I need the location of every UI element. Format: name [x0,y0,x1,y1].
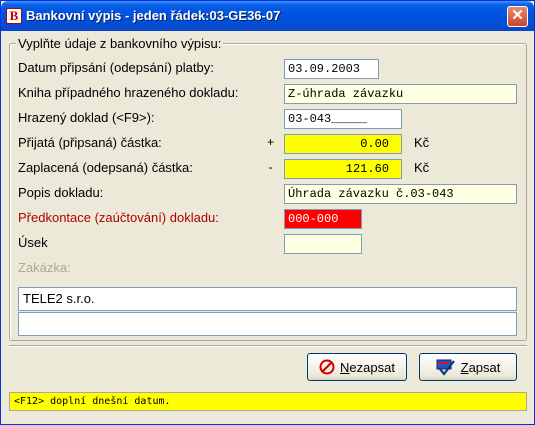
posting-template-input[interactable]: 000-000 [284,209,362,229]
document-book-input[interactable]: Z-úhrada závazku [284,84,517,104]
window-title: Bankovní výpis - jeden řádek:03-GE36-07 [26,8,281,23]
section-label: Úsek [18,235,48,250]
paid-amount-label: Zaplacená (odepsaná) částka: [18,160,193,175]
partner-extra-field[interactable] [18,312,517,336]
received-currency: Kč [414,135,430,150]
groupbox-legend: Vyplňte údaje z bankovního výpisu: [16,36,224,51]
payment-date-label: Datum připsání (odepsání) platby: [18,60,214,75]
received-amount-input[interactable]: 0.00 [284,134,402,154]
payment-date-input[interactable]: 03.09.2003 [284,59,379,79]
received-amount-label: Přijatá (připsaná) částka: [18,135,162,150]
close-button[interactable]: ✕ [507,6,528,27]
paid-document-label: Hrazený doklad (<F9>): [18,110,155,125]
save-button[interactable]: Zapsat [419,353,517,381]
cancel-button[interactable]: Nezapsat [307,353,407,381]
bank-statement-dialog: B Bankovní výpis - jeden řádek:03-GE36-0… [0,0,535,425]
document-description-input[interactable]: Úhrada závazku č.03-043 [284,184,517,204]
app-icon: B [6,8,22,24]
no-entry-icon [319,359,335,375]
posting-template-label: Předkontace (zaúčtování) dokladu: [18,210,219,225]
status-hint-bar: <F12> doplní dnešní datum. [9,392,527,411]
save-check-icon [436,359,455,376]
section-input[interactable] [284,234,362,254]
paid-document-input[interactable]: 03-043_____ [284,109,402,129]
document-book-label: Kniha případného hrazeného dokladu: [18,85,239,100]
separator [9,345,527,347]
order-label: Zakázka: [18,260,71,275]
document-description-label: Popis dokladu: [18,185,104,200]
received-sign: + [267,136,275,150]
paid-currency: Kč [414,160,430,175]
paid-amount-input[interactable]: 121.60 [284,159,402,179]
title-bar[interactable]: B Bankovní výpis - jeden řádek:03-GE36-0… [1,1,534,31]
partner-name-field[interactable]: TELE2 s.r.o. [18,287,517,311]
paid-sign: - [267,161,275,175]
save-button-label: Zapsat [460,359,501,375]
cancel-button-label: Nezapsat [340,359,395,375]
